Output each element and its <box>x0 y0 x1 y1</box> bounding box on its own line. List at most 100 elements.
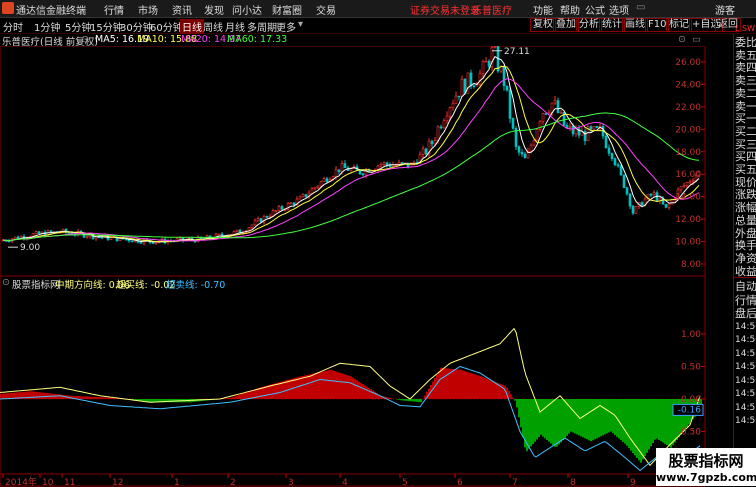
tab-5min[interactable]: 5分钟 <box>65 19 91 34</box>
sidebar-field: 卖四 <box>735 61 756 75</box>
candle-body <box>625 187 629 195</box>
candle-body <box>508 89 512 119</box>
sidebar-tick-item[interactable]: 盘后 <box>735 307 756 320</box>
candle-body <box>544 113 548 115</box>
sidebar-field: 买四 <box>735 150 756 164</box>
menu-item-formula[interactable]: 公式 <box>585 2 605 17</box>
candle-body <box>301 194 305 198</box>
candle-body <box>439 126 443 129</box>
sidebar-field: 净资 <box>735 251 756 265</box>
watermark-logo: 股票指标网 www.7gpzb.com <box>656 448 756 486</box>
menu-item-market[interactable]: 市场 <box>138 2 158 17</box>
candle-body <box>154 242 158 244</box>
tab-30min[interactable]: 30分钟 <box>120 19 153 34</box>
candle-body <box>37 231 41 234</box>
sidebar-separator <box>734 277 756 278</box>
app-title: 通达信金融终端 <box>16 6 86 17</box>
tab-more[interactable]: 更多 <box>276 19 296 34</box>
sidebar-field: 涨跌 <box>735 188 756 202</box>
candle-body <box>532 140 536 146</box>
sidebar-field: 卖五 <box>735 48 756 62</box>
tab-multi-period[interactable]: 多周期 <box>247 19 277 34</box>
sidebar-field: 总量 <box>735 213 756 227</box>
sidebar-field: 涨幅 <box>735 201 756 215</box>
price-tick-label: 26.00 <box>675 58 701 68</box>
candle-body <box>451 103 455 108</box>
candle-body <box>667 203 671 208</box>
minimize-icon[interactable]: ▭ <box>636 2 645 13</box>
menu-item-options[interactable]: 选项 <box>609 2 629 17</box>
menu-item-trade[interactable]: 交易 <box>316 2 336 17</box>
tab-15min[interactable]: 15分钟 <box>90 19 123 34</box>
login-warning[interactable]: 证券交易未登录 <box>410 2 480 17</box>
date-tick-label: 11 <box>64 478 75 487</box>
menu-item-help[interactable]: 帮助 <box>560 2 580 17</box>
candle-body <box>487 60 491 67</box>
settings-icon[interactable]: ⊙ <box>81 34 89 45</box>
candle-body <box>622 174 626 188</box>
candle-body <box>628 193 632 207</box>
sidebar-field: 收益 <box>735 264 756 278</box>
sidebar-tick-item: 14:57 <box>735 402 756 413</box>
settings-icon-2[interactable]: ⊙ <box>678 34 686 45</box>
menu-item-discover[interactable]: 发现 <box>204 2 224 17</box>
candle-body <box>472 85 476 88</box>
candle-body <box>523 153 527 159</box>
tab-intraday[interactable]: 分时 <box>3 19 23 34</box>
price-tick-label: 14.00 <box>675 193 701 203</box>
candle-body <box>520 152 524 155</box>
candle-body <box>517 146 521 153</box>
candle-body <box>400 162 404 164</box>
price-tick-label: 10.00 <box>675 238 701 248</box>
ind-tick-label: 1.00 <box>681 330 701 340</box>
candle-body <box>460 78 464 97</box>
candle-body <box>85 236 89 238</box>
sidebar-header: L SW <box>735 24 755 33</box>
candle-body <box>607 147 611 154</box>
candle-body <box>265 216 269 218</box>
menu-item-assistant[interactable]: 问小达 <box>232 2 262 17</box>
candle-body <box>559 111 563 114</box>
expand-icon[interactable]: ▭ <box>692 34 701 45</box>
sidebar-tick-item[interactable]: 行情 <box>735 294 756 307</box>
negative-fill-area <box>122 399 702 463</box>
ma60-line <box>2 112 700 242</box>
tab-monthly[interactable]: 月线 <box>225 19 245 34</box>
candle-body <box>16 236 20 239</box>
menu-item-news[interactable]: 资讯 <box>172 2 192 17</box>
candle-body <box>448 107 452 117</box>
candle-body <box>574 128 578 135</box>
tab-weekly[interactable]: 周线 <box>203 19 223 34</box>
tab-60min[interactable]: 60分钟 <box>150 19 183 34</box>
ma5-line <box>2 55 700 243</box>
candle-body <box>445 115 449 122</box>
watermark-line1: 股票指标网 <box>668 452 744 470</box>
candle-body <box>649 193 653 196</box>
tab-1min[interactable]: 1分钟 <box>34 19 60 34</box>
sidebar-field: 换手 <box>735 239 756 253</box>
candle-body <box>217 233 221 236</box>
menu-item-wealth[interactable]: 财富圈 <box>272 2 302 17</box>
candle-body <box>499 66 503 72</box>
candle-body <box>589 126 593 130</box>
candle-body <box>610 153 614 159</box>
sidebar-tick-item: 14:50 <box>735 321 756 332</box>
candle-body <box>442 120 446 129</box>
candle-body <box>334 169 338 177</box>
main-panel-frame <box>0 46 706 277</box>
date-tick-label: 1 <box>174 478 180 487</box>
ma60-label: MA60: 17.33 <box>227 34 288 45</box>
sidebar-field: 买三 <box>735 137 756 151</box>
tab-daily[interactable]: 日线 <box>180 19 204 34</box>
chart-area[interactable]: 27.119.00 26.0024.0022.0020.0018.0016.00… <box>0 46 733 487</box>
menu-item-function[interactable]: 功能 <box>533 2 553 17</box>
candle-body <box>652 192 656 196</box>
candle-body <box>337 169 341 173</box>
dropdown-icon[interactable]: ▾ <box>298 19 303 30</box>
candle-body <box>640 202 644 206</box>
candle-body <box>178 237 182 240</box>
sidebar-tick-item[interactable]: 自动 <box>735 280 756 293</box>
menu-item-quotes[interactable]: 行情 <box>104 2 124 17</box>
guest-label[interactable]: 游客 <box>715 2 735 17</box>
candle-body <box>235 229 239 232</box>
